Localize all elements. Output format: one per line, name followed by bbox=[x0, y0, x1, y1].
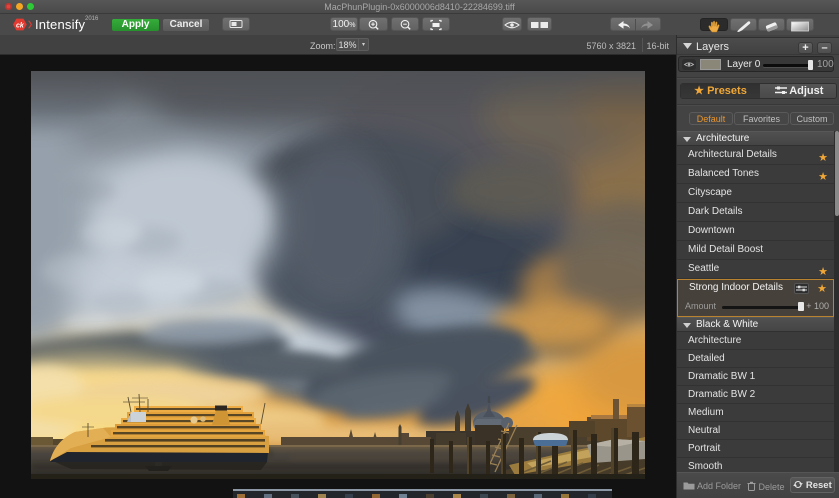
svg-text:ck: ck bbox=[16, 22, 25, 29]
